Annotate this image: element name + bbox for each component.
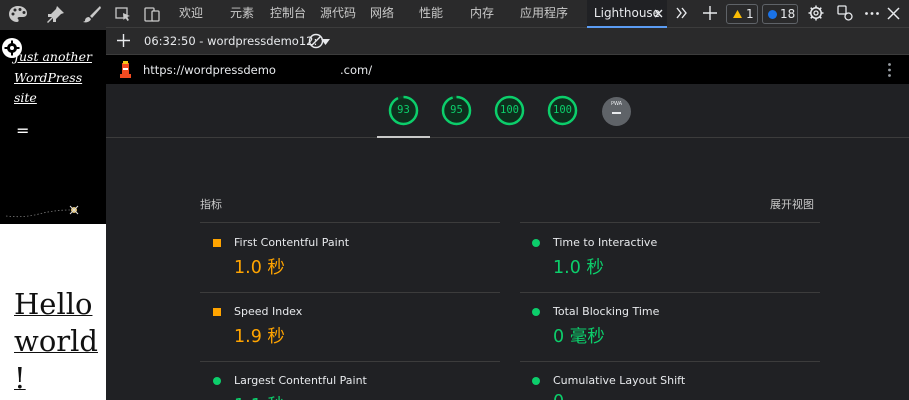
report-selector[interactable]: 06:32:50 - wordpressdemo12: bbox=[144, 34, 330, 48]
gauge-performance-score: 93 bbox=[397, 104, 410, 116]
more-tabs-icon[interactable] bbox=[676, 7, 688, 19]
website-preview: Just another WordPress site = Hello worl… bbox=[0, 0, 106, 400]
tab-console[interactable]: 控制台 bbox=[264, 0, 312, 28]
close-devtools-icon[interactable] bbox=[887, 7, 900, 20]
url-menu-icon[interactable] bbox=[888, 63, 891, 77]
brush-icon[interactable] bbox=[82, 5, 102, 23]
tab-application[interactable]: 应用程序 bbox=[514, 0, 574, 28]
clear-reports-icon[interactable] bbox=[308, 33, 324, 49]
gauge-best-practices-score: 100 bbox=[500, 104, 519, 116]
warnings-count: 1 bbox=[746, 7, 754, 21]
tab-welcome[interactable]: 欢迎 bbox=[173, 0, 209, 28]
report-url[interactable]: https://wordpressdemo bbox=[143, 63, 276, 77]
metric-cls: Cumulative Layout Shift 0 bbox=[519, 328, 819, 400]
tab-performance[interactable]: 性能 bbox=[413, 0, 449, 28]
metric-lcp: Largest Contentful Paint 1.1 秒 bbox=[200, 328, 500, 400]
lighthouse-toolbar: 06:32:50 - wordpressdemo12: bbox=[106, 28, 909, 55]
issues-badge[interactable]: 18 bbox=[762, 4, 798, 24]
gauge-performance[interactable]: 93 bbox=[388, 95, 419, 126]
lighthouse-logo-icon bbox=[120, 61, 131, 78]
report-url-suffix[interactable]: .com/ bbox=[340, 63, 372, 77]
inspect-element-icon[interactable] bbox=[115, 7, 131, 22]
devtools-tab-bar: 欢迎 元素 控制台 源代码 网络 性能 内存 应用程序 Lighthouse 1 bbox=[106, 0, 909, 28]
browser-extension-bar bbox=[0, 0, 106, 30]
warnings-badge[interactable]: 1 bbox=[726, 4, 758, 24]
metric-speed-index: Speed Index 1.9 秒 bbox=[200, 259, 500, 347]
pwa-label: PWA bbox=[610, 101, 623, 107]
warning-icon bbox=[733, 10, 742, 18]
decoration-icon bbox=[5, 205, 79, 218]
metric-value: 0 bbox=[553, 392, 564, 400]
close-tab-icon[interactable] bbox=[654, 9, 663, 18]
gauge-seo[interactable]: 100 bbox=[547, 95, 578, 126]
average-square-icon bbox=[213, 308, 221, 316]
pin-tool-icon[interactable] bbox=[45, 5, 65, 23]
metric-name: Total Blocking Time bbox=[553, 305, 660, 318]
menu-toggle-icon[interactable]: = bbox=[16, 121, 29, 140]
metric-name: Time to Interactive bbox=[553, 236, 658, 249]
pass-circle-icon bbox=[532, 377, 540, 385]
gauge-seo-score: 100 bbox=[553, 104, 572, 116]
site-tagline[interactable]: Just another WordPress site bbox=[14, 47, 104, 109]
metric-name: First Contentful Paint bbox=[234, 236, 350, 249]
metric-tti: Time to Interactive 1.0 秒 bbox=[519, 190, 819, 278]
report-selector-label: 06:32:50 - wordpressdemo12: bbox=[144, 34, 318, 48]
metric-name: Cumulative Layout Shift bbox=[553, 374, 686, 387]
metric-name: Largest Contentful Paint bbox=[234, 374, 367, 387]
tab-memory[interactable]: 内存 bbox=[464, 0, 500, 28]
devtools-panel: 欢迎 元素 控制台 源代码 网络 性能 内存 应用程序 Lighthouse 1 bbox=[106, 0, 909, 400]
issues-icon bbox=[768, 10, 777, 19]
metric-fcp: First Contentful Paint 1.0 秒 bbox=[200, 190, 500, 278]
tab-lighthouse-label: Lighthouse bbox=[593, 6, 661, 20]
tab-network[interactable]: 网络 bbox=[364, 0, 400, 28]
device-toolbar-icon[interactable] bbox=[144, 7, 160, 22]
pass-circle-icon bbox=[532, 239, 540, 247]
site-header bbox=[0, 0, 106, 224]
issues-count: 18 bbox=[780, 7, 796, 21]
pass-circle-icon bbox=[532, 308, 540, 316]
metric-name: Speed Index bbox=[234, 305, 303, 318]
metric-value: 1.1 秒 bbox=[234, 392, 285, 400]
customize-icon[interactable] bbox=[837, 5, 853, 21]
gauge-pwa[interactable]: PWA bbox=[602, 97, 631, 126]
more-options-icon[interactable] bbox=[865, 12, 879, 15]
score-gauges: 93 95 100 100 PWA bbox=[106, 84, 909, 138]
settings-gear-icon[interactable] bbox=[808, 5, 824, 21]
new-tab-icon[interactable] bbox=[703, 6, 717, 20]
gauge-accessibility-score: 95 bbox=[450, 104, 463, 116]
tab-elements[interactable]: 元素 bbox=[224, 0, 260, 28]
post-title[interactable]: Hello world ! bbox=[14, 286, 106, 397]
metric-tbt: Total Blocking Time 0 毫秒 bbox=[519, 259, 819, 347]
active-gauge-indicator bbox=[377, 136, 430, 138]
gauge-accessibility[interactable]: 95 bbox=[441, 95, 472, 126]
average-square-icon bbox=[213, 239, 221, 247]
new-report-icon[interactable] bbox=[117, 34, 130, 47]
pass-circle-icon bbox=[213, 377, 221, 385]
tab-sources[interactable]: 源代码 bbox=[314, 0, 362, 28]
palette-icon[interactable] bbox=[8, 5, 28, 23]
pwa-dash bbox=[612, 112, 621, 114]
report-url-bar: https://wordpressdemo .com/ bbox=[106, 55, 909, 84]
gauge-best-practices[interactable]: 100 bbox=[494, 95, 525, 126]
